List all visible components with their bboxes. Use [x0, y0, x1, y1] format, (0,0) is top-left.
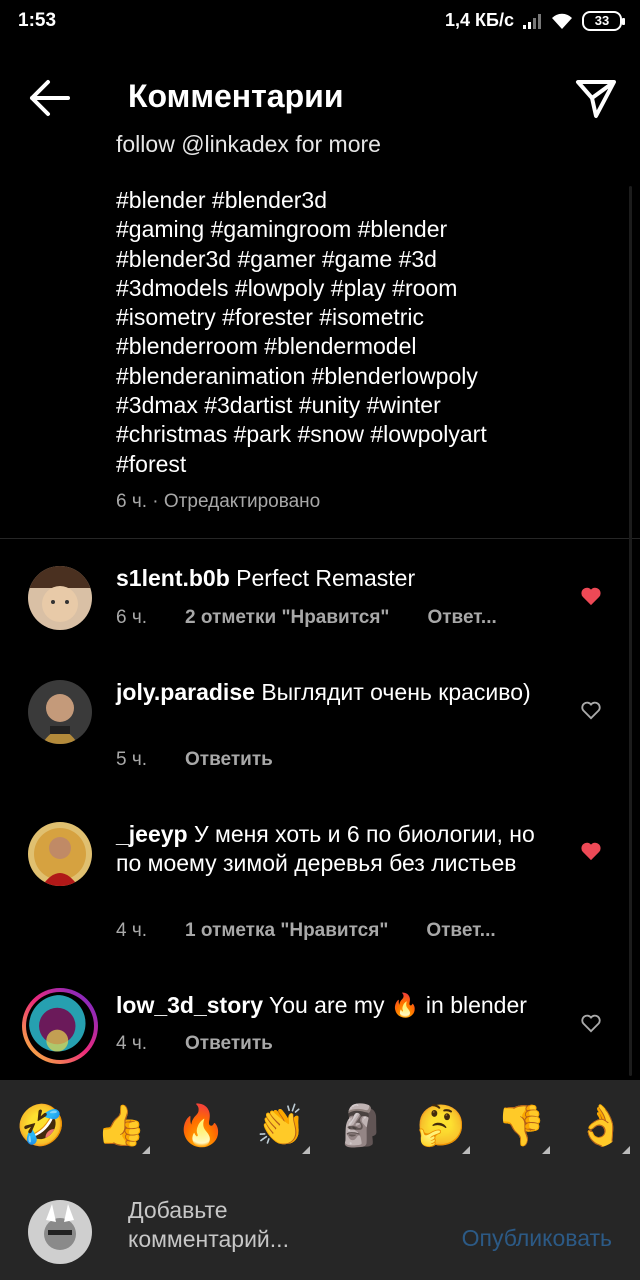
comment-time: 5 ч.: [116, 749, 148, 770]
thinking-emoji-button[interactable]: 🤔: [416, 1102, 470, 1154]
reply-button[interactable]: Ответить: [185, 1033, 273, 1055]
heart-filled-icon[interactable]: [580, 586, 602, 606]
caption-meta: 6 ч. · Отредактировано: [116, 491, 321, 512]
reply-button[interactable]: Ответ...: [426, 920, 495, 942]
comment-body-start: You are my: [268, 992, 385, 1018]
comment-time: 4 ч.: [116, 1033, 148, 1054]
fire-emoji-button[interactable]: 🔥: [176, 1102, 226, 1150]
comment-username[interactable]: s1lent.b0b: [116, 565, 230, 591]
comment-time: 4 ч.: [116, 920, 148, 941]
battery-icon: 33: [582, 10, 625, 31]
comment-likes-count[interactable]: 2 отметки "Нравится": [185, 607, 389, 629]
comment-body: Perfect Remaster: [236, 565, 416, 591]
comment-text: low_3d_story You are my 🔥 in blender: [116, 991, 576, 1021]
comment-meta: 4 ч. 1 отметка "Нравится" Ответ...: [116, 920, 534, 942]
reply-button[interactable]: Ответ...: [427, 607, 496, 629]
comment-username[interactable]: low_3d_story: [116, 992, 263, 1018]
avatar[interactable]: [28, 566, 92, 630]
comment-text: joly.paradise Выглядит очень красиво): [116, 678, 546, 707]
comment-meta: 4 ч. Ответить: [116, 1033, 311, 1055]
scrollbar[interactable]: [629, 186, 632, 1076]
heart-outline-icon[interactable]: [580, 1013, 602, 1033]
emoji-quick-bar: 🤣 👍 🔥 👏 🗿 🤔 👎 👌: [0, 1080, 640, 1170]
comment-username[interactable]: joly.paradise: [116, 679, 255, 705]
reply-button[interactable]: Ответить: [185, 749, 273, 771]
thumbs-down-emoji-button[interactable]: 👎: [496, 1102, 550, 1154]
story-ring-avatar[interactable]: [22, 988, 98, 1064]
rofl-emoji-button[interactable]: 🤣: [16, 1102, 66, 1150]
publish-button[interactable]: Опубликовать: [462, 1225, 612, 1252]
avatar[interactable]: [28, 680, 92, 744]
share-send-icon[interactable]: [572, 74, 618, 120]
status-time: 1:53: [18, 10, 57, 31]
caption-cut-line: follow @linkadex for more: [116, 131, 381, 156]
comment-time: 6 ч.: [116, 607, 148, 628]
page-title: Комментарии: [128, 78, 344, 114]
heart-filled-icon[interactable]: [580, 841, 602, 861]
fire-emoji: 🔥: [390, 993, 420, 1019]
moai-emoji-button[interactable]: 🗿: [336, 1102, 386, 1150]
comment-input-bar: Добавьте комментарий... Опубликовать: [0, 1170, 640, 1280]
caption-hashtags[interactable]: #blender #blender3d #gaming #gamingroom …: [116, 186, 576, 479]
network-speed: 1,4 КБ/с: [445, 10, 514, 30]
comment-text: s1lent.b0b Perfect Remaster: [116, 564, 546, 593]
comment-meta: 5 ч. Ответить: [116, 749, 311, 771]
my-avatar: [28, 1200, 92, 1264]
comment-username[interactable]: _jeeyp: [116, 821, 188, 847]
divider: [0, 538, 640, 539]
comment-text: _jeeyp У меня хоть и 6 по биологии, но п…: [116, 820, 546, 878]
comment-input[interactable]: Добавьте комментарий...: [128, 1196, 348, 1254]
ok-hand-emoji-button[interactable]: 👌: [576, 1102, 630, 1154]
comment-meta: 6 ч. 2 отметки "Нравится" Ответ...: [116, 607, 535, 629]
heart-outline-icon[interactable]: [580, 700, 602, 720]
comment-body: Выглядит очень красиво): [261, 679, 531, 705]
wifi-icon: [552, 13, 572, 29]
comment-body-end: in blender: [425, 992, 527, 1018]
comment-likes-count[interactable]: 1 отметка "Нравится": [185, 920, 388, 942]
avatar[interactable]: [28, 822, 92, 886]
signal-icon: [523, 13, 541, 29]
thumbs-up-emoji-button[interactable]: 👍: [96, 1102, 150, 1154]
status-bar: 1:53 1,4 КБ/с 33: [0, 0, 640, 46]
back-arrow-icon[interactable]: [26, 76, 72, 120]
status-right: 1,4 КБ/с 33: [445, 10, 625, 31]
post-caption: follow @linkadex for more #blender #blen…: [116, 130, 576, 479]
clap-emoji-button[interactable]: 👏: [256, 1102, 310, 1154]
